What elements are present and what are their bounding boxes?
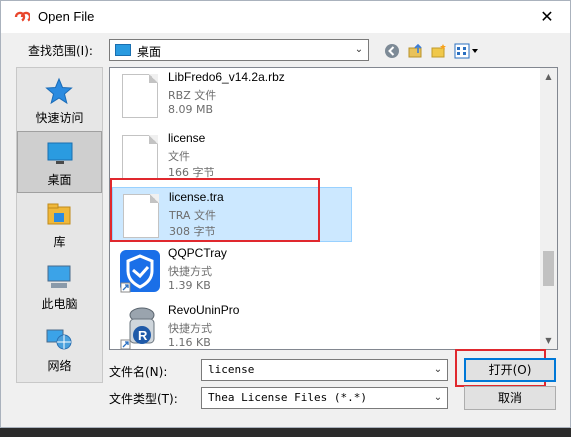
file-type-label: 文件类型(T): — [109, 392, 178, 406]
place-desktop[interactable]: 桌面 — [17, 131, 102, 193]
file-type: 快捷方式 — [168, 265, 212, 278]
scroll-up-icon[interactable]: ▲ — [540, 68, 557, 85]
desktop-icon — [47, 142, 73, 164]
new-folder-button[interactable] — [430, 41, 448, 61]
view-menu-icon — [454, 43, 478, 59]
close-button[interactable]: ✕ — [524, 1, 570, 32]
svg-text:R: R — [138, 328, 148, 343]
place-label: 此电脑 — [41, 297, 78, 311]
look-in-label: 查找范围(I): — [28, 44, 93, 58]
window-title: Open File — [38, 9, 95, 24]
highlight-box-file — [110, 178, 320, 242]
file-name-label: 文件名(N): — [109, 365, 168, 379]
place-quick-access[interactable]: 快速访问 — [17, 70, 102, 132]
file-type-dropdown[interactable]: Thea License Files (*.*) ⌄ — [201, 387, 448, 409]
place-label: 桌面 — [47, 173, 72, 187]
file-item[interactable]: QQPCTray 快捷方式 1.39 KB — [112, 244, 357, 299]
file-item[interactable]: LibFredo6_v14.2a.rbz RBZ 文件 8.09 MB — [112, 68, 357, 123]
file-item[interactable]: R RevoUninPro 快捷方式 1.16 KB — [112, 301, 357, 349]
new-folder-icon — [431, 44, 446, 58]
up-folder-icon — [408, 43, 422, 58]
place-label: 快速访问 — [35, 111, 84, 125]
cancel-button[interactable]: 取消 — [464, 386, 556, 410]
qqpc-shield-icon — [120, 248, 160, 294]
chevron-down-icon[interactable]: ⌄ — [429, 360, 447, 380]
star-icon — [45, 77, 73, 105]
close-icon: ✕ — [540, 7, 554, 26]
file-size: 8.09 MB — [168, 103, 214, 116]
app-logo-icon — [14, 11, 30, 22]
revo-uninstaller-icon: R — [120, 305, 160, 349]
look-in-value: 桌面 — [137, 45, 162, 59]
file-name-value: license — [208, 363, 255, 376]
chevron-down-icon[interactable]: ⌄ — [429, 388, 447, 408]
look-in-dropdown[interactable]: 桌面 ⌄ — [109, 39, 369, 61]
back-button[interactable] — [383, 41, 401, 61]
file-type: RBZ 文件 — [168, 89, 217, 102]
desktop-folder-icon — [115, 44, 131, 56]
place-this-pc[interactable]: 此电脑 — [17, 256, 102, 318]
chevron-down-icon[interactable]: ⌄ — [350, 40, 368, 60]
place-network[interactable]: 网络 — [17, 318, 102, 380]
scrollbar-thumb[interactable] — [543, 251, 554, 286]
places-bar: 快速访问 桌面 库 此电脑 网络 — [16, 67, 103, 383]
file-item[interactable]: license 文件 166 字节 — [112, 129, 357, 184]
scroll-down-icon[interactable]: ▼ — [540, 332, 557, 349]
library-icon — [47, 203, 71, 225]
file-name-input[interactable]: license ⌄ — [201, 359, 448, 381]
document-icon — [120, 72, 160, 118]
taskbar-strip — [0, 428, 571, 437]
file-type: 快捷方式 — [168, 322, 212, 335]
open-file-dialog: Open File ✕ 查找范围(I): 桌面 ⌄ 快速访问 桌面 库 此电脑 … — [0, 0, 571, 428]
file-name: license — [168, 131, 206, 145]
file-type: 文件 — [168, 150, 190, 163]
file-name: QQPCTray — [168, 246, 227, 260]
file-size: 1.39 KB — [168, 279, 211, 292]
up-folder-button[interactable] — [407, 41, 425, 61]
document-icon — [120, 133, 160, 179]
view-menu-button[interactable] — [453, 41, 481, 61]
back-icon — [385, 44, 399, 58]
file-name: RevoUninPro — [168, 303, 240, 317]
computer-icon — [47, 265, 71, 288]
file-size: 1.16 KB — [168, 336, 211, 349]
title-bar: Open File ✕ — [1, 1, 570, 33]
place-label: 库 — [53, 235, 66, 249]
network-icon — [46, 329, 72, 350]
place-label: 网络 — [47, 359, 72, 373]
file-name: LibFredo6_v14.2a.rbz — [168, 70, 285, 84]
place-library[interactable]: 库 — [17, 194, 102, 256]
vertical-scrollbar[interactable]: ▲ ▼ — [540, 68, 557, 349]
file-type-value: Thea License Files (*.*) — [208, 391, 367, 404]
open-button[interactable]: 打开(O) — [464, 358, 556, 382]
